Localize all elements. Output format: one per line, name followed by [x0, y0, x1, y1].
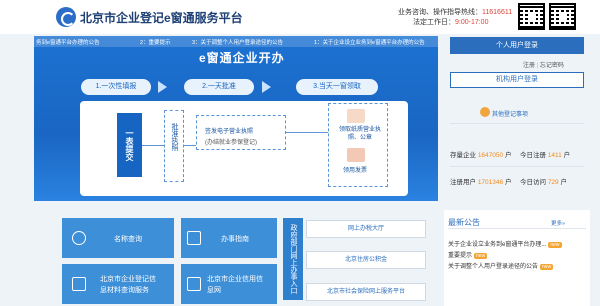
- news-item[interactable]: 关于企业设立业务到e窗通平台办理... new: [448, 239, 562, 248]
- housing-fund-link[interactable]: 北京住房公积金: [306, 251, 426, 269]
- ticker-item[interactable]: 2：重要提示: [140, 38, 171, 46]
- one-form-submit: 一表提交: [117, 113, 142, 177]
- stat-today-registrations: 今日注册 1411 户: [520, 152, 571, 159]
- connector: [286, 132, 328, 133]
- hotline-number: 11616611: [482, 9, 513, 16]
- other-registration-link[interactable]: 其他登记事项: [492, 109, 528, 118]
- tax-hall-link[interactable]: 网上办税大厅: [306, 220, 426, 238]
- credit-info-tile[interactable]: 北京市企业信用信 息网: [181, 264, 277, 304]
- news-item[interactable]: 重要提示 new: [448, 250, 488, 259]
- step-2: 2.一天批准: [184, 79, 254, 95]
- building-icon: [187, 277, 201, 291]
- book-icon: [187, 231, 201, 245]
- new-badge: new: [540, 264, 554, 270]
- guide-tile[interactable]: 办事指南: [181, 218, 277, 258]
- arrow-right-icon: [262, 81, 271, 93]
- news-item[interactable]: 关于调整个人用户登录途径的公告 new: [448, 261, 554, 270]
- divider: [448, 228, 586, 229]
- site-title: 北京市企业登记e窗通服务平台: [80, 11, 243, 25]
- news-title: 最新公告: [448, 218, 480, 227]
- news-more-link[interactable]: 更多»: [551, 219, 565, 227]
- org-login-button[interactable]: 机构用户登录: [450, 72, 584, 88]
- search-icon: [72, 231, 86, 245]
- info-service-tile[interactable]: 北京市企业登记信 息材料查询服务: [62, 264, 174, 304]
- announcement-ticker[interactable]: 务到e窗通平台办理的公告 2：重要提示 3：关于调整个人用户登录途径的公告 1：…: [34, 36, 438, 47]
- account-links: 注册 | 忘记密码: [523, 63, 564, 69]
- site-logo-icon: [56, 7, 76, 27]
- gov-services-label: 政府部门网上办事入口: [283, 218, 303, 300]
- qr-code-icon: [518, 3, 545, 30]
- ticker-item[interactable]: 1：关于企业设立业务到e窗通平台办理的公告: [314, 38, 425, 46]
- connector: [184, 145, 196, 146]
- divider: [450, 166, 584, 167]
- stat-today-visits: 今日访问 729 户: [520, 179, 567, 186]
- stat-existing-companies: 存量企业 1647050 户: [450, 152, 512, 159]
- hero-title: e窗通企业开办: [199, 51, 285, 65]
- social-insurance-link[interactable]: 北京市社会保险网上服务平台: [306, 283, 426, 301]
- arrow-right-icon: [158, 81, 167, 93]
- approve-label: 批准执照: [171, 123, 178, 151]
- worktime: 法定工作日：9:00-17:00: [413, 19, 489, 26]
- invoice-label: 领用发票: [343, 168, 368, 174]
- hotline: 业务咨询、操作指导热线：11616611: [398, 9, 513, 16]
- connector: [142, 145, 164, 146]
- new-badge: new: [548, 242, 562, 248]
- invoice-icon: [347, 148, 365, 162]
- forgot-password-link[interactable]: 忘记密码: [540, 63, 564, 69]
- stat-registered-users: 注册用户 1701346 户: [450, 179, 512, 186]
- step-1: 1.一次性填报: [81, 79, 151, 95]
- new-badge: new: [474, 253, 488, 259]
- register-link[interactable]: 注册: [523, 63, 535, 69]
- document-icon: [347, 109, 365, 123]
- step-3: 3.当天一窗领取: [296, 79, 378, 95]
- personal-login-button[interactable]: 个人用户登录: [450, 37, 584, 54]
- qr-code-icon: [549, 3, 576, 30]
- name-query-tile[interactable]: 名称查询: [62, 218, 174, 258]
- paper-license-label: 领取纸质营业执照、公章: [338, 127, 381, 141]
- divider: [450, 123, 584, 124]
- ticker-item[interactable]: 3：关于调整个人用户登录途径的公告: [192, 38, 283, 46]
- license-box: [196, 115, 286, 150]
- document-icon: [72, 277, 86, 291]
- ticker-item[interactable]: 务到e窗通平台办理的公告: [36, 38, 100, 46]
- list-icon: [480, 107, 490, 117]
